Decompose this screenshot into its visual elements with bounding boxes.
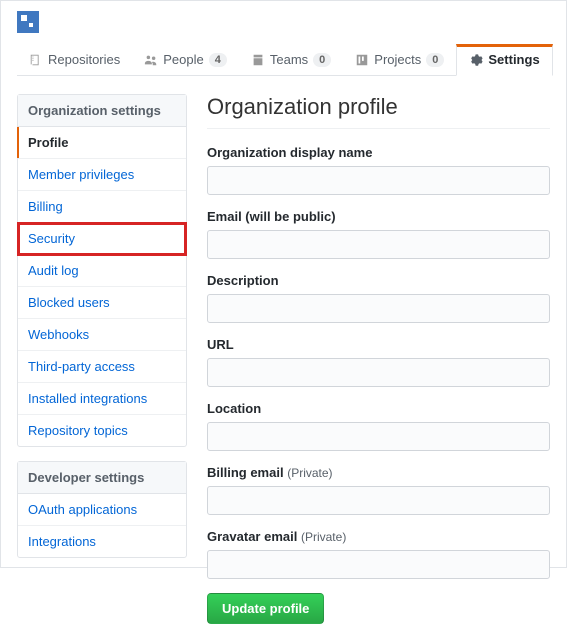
field-label: Gravatar email (Private) xyxy=(207,529,550,544)
page-title: Organization profile xyxy=(207,94,550,129)
sidebar-item-webhooks[interactable]: Webhooks xyxy=(18,319,186,351)
sidebar-item-audit-log[interactable]: Audit log xyxy=(18,255,186,287)
repo-icon xyxy=(29,53,43,67)
field-label: Location xyxy=(207,401,550,416)
sidebar-item-integrations[interactable]: Integrations xyxy=(18,526,186,557)
tab-label: Settings xyxy=(488,52,539,67)
org-logo xyxy=(17,11,39,33)
dev-settings-menu: Developer settings OAuth applications In… xyxy=(17,461,187,558)
sidebar-item-security[interactable]: Security xyxy=(18,223,186,255)
field-label: Organization display name xyxy=(207,145,550,160)
sidebar-item-member-privileges[interactable]: Member privileges xyxy=(18,159,186,191)
org-gravatar-email-input[interactable] xyxy=(207,550,550,579)
tab-projects[interactable]: Projects 0 xyxy=(343,44,456,75)
people-icon xyxy=(144,53,158,67)
org-display-name-input[interactable] xyxy=(207,166,550,195)
org-email-input[interactable] xyxy=(207,230,550,259)
gear-icon xyxy=(469,53,483,67)
tab-teams[interactable]: Teams 0 xyxy=(239,44,343,75)
teams-icon xyxy=(251,53,265,67)
field-label: Description xyxy=(207,273,550,288)
org-url-input[interactable] xyxy=(207,358,550,387)
sidebar-item-profile[interactable]: Profile xyxy=(18,127,186,159)
field-label: URL xyxy=(207,337,550,352)
tab-label: Repositories xyxy=(48,52,120,67)
sidebar-item-blocked-users[interactable]: Blocked users xyxy=(18,287,186,319)
tab-count: 4 xyxy=(209,53,227,67)
org-location-input[interactable] xyxy=(207,422,550,451)
tab-label: Teams xyxy=(270,52,308,67)
field-label: Billing email (Private) xyxy=(207,465,550,480)
menu-header: Developer settings xyxy=(18,462,186,494)
tab-label: Projects xyxy=(374,52,421,67)
sidebar-item-oauth-applications[interactable]: OAuth applications xyxy=(18,494,186,526)
org-billing-email-input[interactable] xyxy=(207,486,550,515)
tab-people[interactable]: People 4 xyxy=(132,44,239,75)
field-label: Email (will be public) xyxy=(207,209,550,224)
org-settings-menu: Organization settings Profile Member pri… xyxy=(17,94,187,447)
menu-header: Organization settings xyxy=(18,95,186,127)
tab-count: 0 xyxy=(426,53,444,67)
projects-icon xyxy=(355,53,369,67)
tab-settings[interactable]: Settings xyxy=(456,44,552,76)
tab-repositories[interactable]: Repositories xyxy=(17,44,132,75)
tab-count: 0 xyxy=(313,53,331,67)
sidebar-item-installed-integrations[interactable]: Installed integrations xyxy=(18,383,186,415)
org-tabs: Repositories People 4 Teams 0 Projects 0… xyxy=(17,44,550,76)
sidebar: Organization settings Profile Member pri… xyxy=(17,94,187,624)
update-profile-button[interactable]: Update profile xyxy=(207,593,324,624)
tab-label: People xyxy=(163,52,203,67)
sidebar-item-third-party-access[interactable]: Third-party access xyxy=(18,351,186,383)
sidebar-item-billing[interactable]: Billing xyxy=(18,191,186,223)
main-content: Organization profile Organization displa… xyxy=(207,94,550,624)
sidebar-item-repository-topics[interactable]: Repository topics xyxy=(18,415,186,446)
org-description-input[interactable] xyxy=(207,294,550,323)
